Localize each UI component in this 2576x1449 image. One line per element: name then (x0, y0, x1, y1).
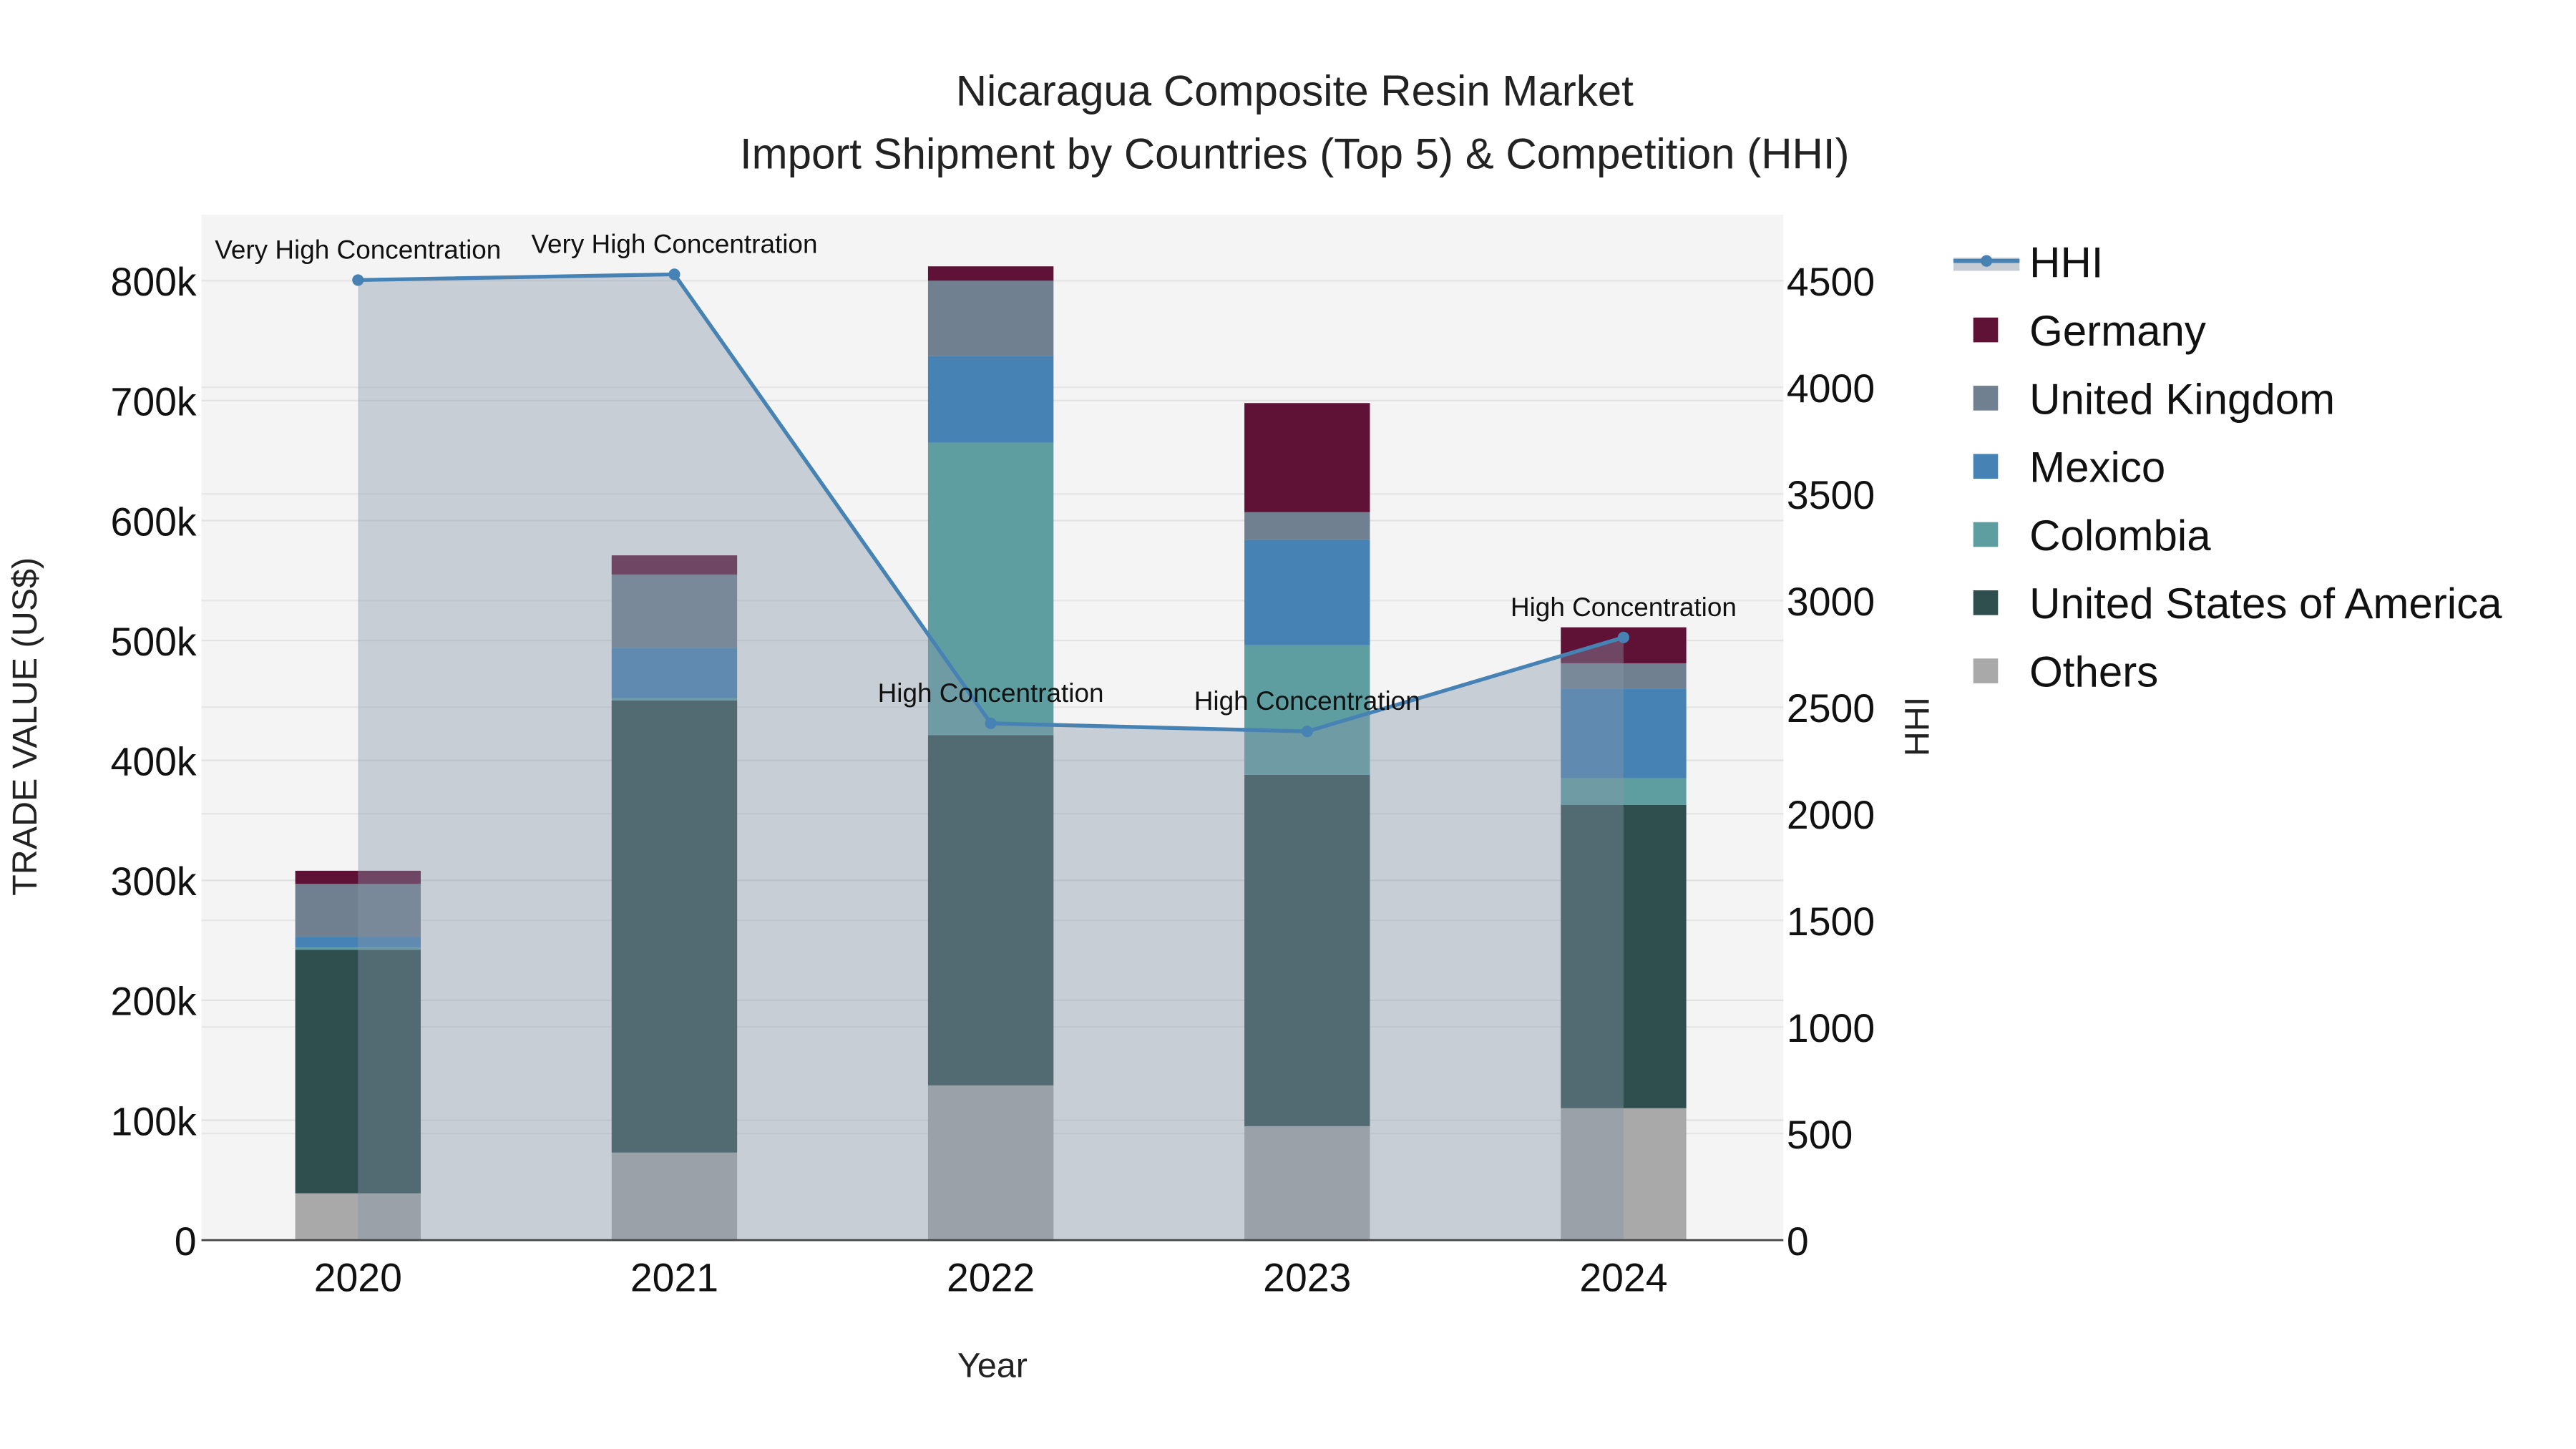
legend-label: HHI (2029, 239, 2103, 287)
y2-tick-label: 0 (1787, 1219, 1809, 1264)
y2-tick-label: 1500 (1787, 899, 1875, 944)
y2-tick-label: 2500 (1787, 686, 1875, 731)
y-tick-label: 700k (111, 380, 197, 424)
legend-label: Others (2029, 648, 2158, 696)
hhi-point (1301, 726, 1313, 738)
x-tick-label: 2023 (1263, 1256, 1351, 1300)
legend-item-mexico[interactable]: Mexico (1973, 444, 2166, 492)
x-tick-label: 2022 (947, 1256, 1035, 1300)
legend-label: United States of America (2029, 580, 2502, 628)
chart: 0 100k 200k 300k 400k 500k 600k 700k 800k 0 500 10… (6, 67, 2502, 1385)
chart-title: Nicaragua Composite Resin Market (956, 67, 1634, 115)
y-tick-label: 500k (111, 620, 197, 664)
x-tick-label: 2020 (314, 1256, 402, 1300)
y-tick-label: 200k (111, 980, 197, 1024)
legend-item-hhi[interactable]: HHI (1953, 239, 2103, 287)
hhi-annotation: High Concentration (878, 678, 1104, 708)
hhi-annotation: High Concentration (1194, 686, 1420, 716)
y-tick-label: 0 (175, 1219, 197, 1264)
bar-germany-2023 (1244, 403, 1370, 512)
y2-tick-label: 4500 (1787, 260, 1875, 304)
hhi-point (985, 717, 997, 729)
y2-tick-label: 3500 (1787, 473, 1875, 517)
legend-swatch (1973, 522, 1999, 547)
legend-swatch (1973, 317, 1999, 343)
x-axis-ticks: 2020 2021 2022 2023 2024 (314, 1256, 1668, 1300)
y2-tick-label: 1000 (1787, 1006, 1875, 1050)
y2-tick-label: 3000 (1787, 580, 1875, 624)
hhi-point (668, 268, 680, 280)
x-tick-label: 2024 (1579, 1256, 1667, 1300)
legend-label: United Kingdom (2029, 375, 2335, 423)
legend-swatch (1973, 590, 1999, 615)
y2-tick-label: 2000 (1787, 793, 1875, 837)
hhi-annotation: High Concentration (1511, 592, 1737, 622)
hhi-point (1617, 631, 1629, 643)
hhi-annotation: Very High Concentration (531, 229, 817, 258)
y2-axis-ticks: 0 500 1000 1500 2000 2500 3000 3500 4000 4500 (1787, 260, 1875, 1264)
chart-subtitle: Import Shipment by Countries (Top 5) & C… (740, 130, 1850, 177)
hhi-point (352, 274, 364, 286)
y-tick-label: 800k (111, 260, 197, 304)
legend-swatch (1973, 386, 1999, 411)
legend-label: Colombia (2029, 512, 2211, 560)
y-tick-label: 400k (111, 739, 197, 784)
bar-united-kingdom-2023 (1244, 512, 1370, 540)
legend: HHI Germany United Kingdom Mexico Colombia Un… (1953, 239, 2502, 696)
legend-swatch (1973, 658, 1999, 683)
y-tick-label: 100k (111, 1099, 197, 1143)
y-tick-label: 300k (111, 859, 197, 904)
y-tick-label: 600k (111, 499, 197, 544)
legend-item-united-states-of-america[interactable]: United States of America (1973, 580, 2502, 628)
legend-label: Mexico (2029, 444, 2165, 492)
legend-item-colombia[interactable]: Colombia (1973, 512, 2212, 560)
bar-mexico-2023 (1244, 540, 1370, 645)
legend-swatch-marker (1981, 255, 1993, 267)
y2-tick-label: 500 (1787, 1113, 1853, 1157)
y2-axis-label: HHI (1898, 697, 1936, 756)
y-axis-ticks: 0 100k 200k 300k 400k 500k 600k 700k 800k (111, 260, 197, 1264)
legend-label: Germany (2029, 307, 2206, 355)
legend-swatch (1973, 454, 1999, 479)
bar-united-kingdom-2022 (927, 280, 1054, 356)
y-axis-label: TRADE VALUE (US$) (6, 557, 44, 896)
y2-tick-label: 4000 (1787, 366, 1875, 411)
legend-item-germany[interactable]: Germany (1973, 307, 2206, 355)
bar-mexico-2022 (927, 356, 1054, 443)
x-tick-label: 2021 (630, 1256, 718, 1300)
x-axis-label: Year (957, 1347, 1028, 1385)
hhi-annotation: Very High Concentration (215, 235, 501, 264)
bar-germany-2022 (927, 266, 1054, 281)
legend-item-united-kingdom[interactable]: United Kingdom (1973, 375, 2335, 423)
legend-item-others[interactable]: Others (1973, 648, 2159, 696)
